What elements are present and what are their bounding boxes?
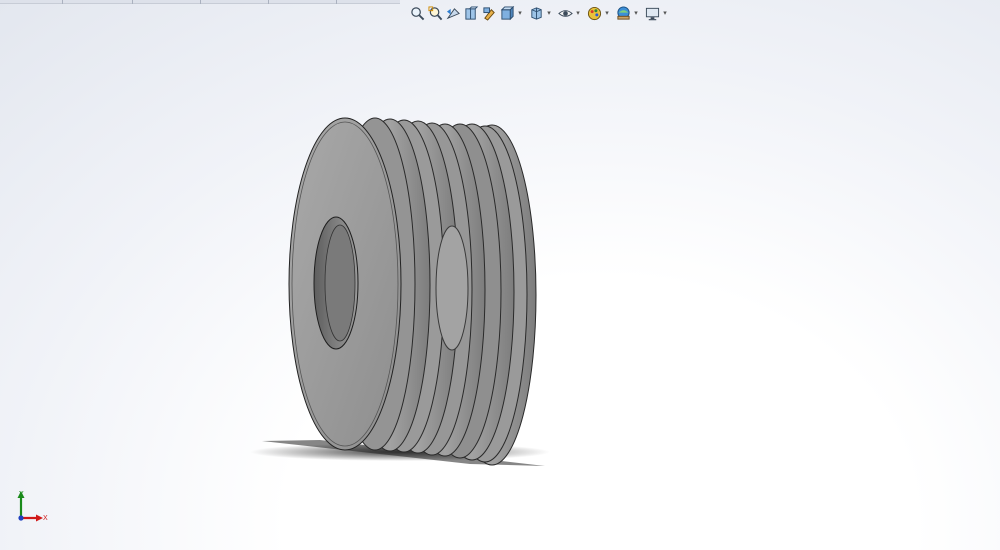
triad-x-label: X [43,515,48,522]
display-style-icon[interactable] [527,4,545,22]
section-view-icon[interactable] [462,4,480,22]
zoom-to-fit-icon[interactable] [408,4,426,22]
heads-up-view-toolbar: ▾ ▾ ▾ ▾ ▾ ▾ [408,3,672,23]
apply-scene-dropdown[interactable]: ▾ [632,4,640,22]
dynamic-annotation-views-icon[interactable] [480,4,498,22]
triad-x-arrow [36,514,43,522]
graphics-viewport[interactable] [0,0,1000,550]
zoom-to-area-icon[interactable] [426,4,444,22]
edit-appearance-dropdown[interactable]: ▾ [603,4,611,22]
triad-y-label: Y [19,491,24,498]
reference-triad[interactable]: Y X [10,488,60,528]
pulley-model[interactable] [288,117,537,466]
apply-scene-icon[interactable] [614,4,632,22]
view-orientation-dropdown[interactable]: ▾ [516,4,524,22]
hide-show-items-dropdown[interactable]: ▾ [574,4,582,22]
triad-z-axis [18,515,24,521]
display-style-dropdown[interactable]: ▾ [545,4,553,22]
edit-appearance-icon[interactable] [585,4,603,22]
view-orientation-icon[interactable] [498,4,516,22]
view-settings-dropdown[interactable]: ▾ [661,4,669,22]
hide-show-items-icon[interactable] [556,4,574,22]
previous-view-icon[interactable] [444,4,462,22]
view-settings-icon[interactable] [643,4,661,22]
